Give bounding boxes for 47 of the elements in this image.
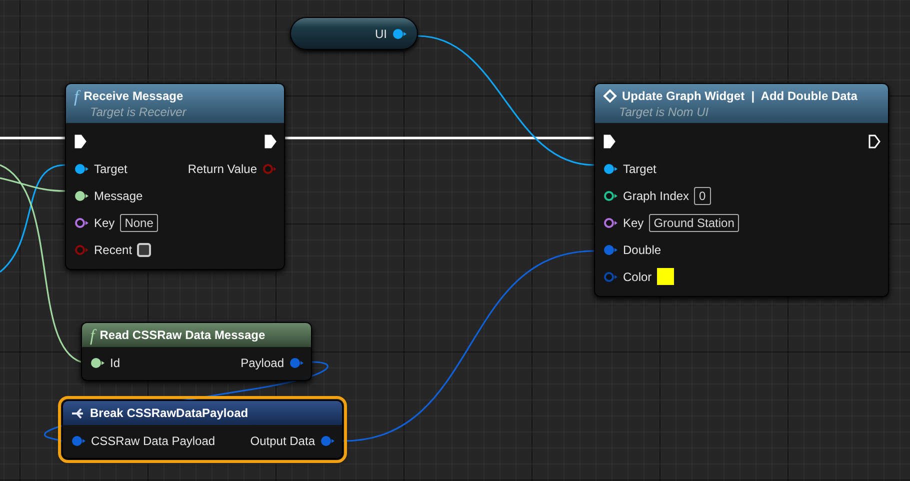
- exec-wire: [0, 136, 65, 140]
- exec-pin[interactable]: [603, 134, 616, 149]
- exec-pin[interactable]: [74, 134, 87, 149]
- checkbox[interactable]: [137, 242, 152, 256]
- data-pin[interactable]: [74, 162, 89, 174]
- pin-label: Id: [110, 354, 120, 372]
- pin-label: Graph Index: [623, 188, 690, 204]
- variable-node[interactable]: UI: [290, 17, 418, 50]
- pin-label: CSSRaw Data Payload: [91, 432, 216, 450]
- data-pin[interactable]: [74, 190, 89, 202]
- data-pin[interactable]: [392, 28, 407, 40]
- data-pin[interactable]: [603, 190, 618, 202]
- pin-label: Return Value: [188, 160, 257, 178]
- value-field[interactable]: Ground Station: [648, 214, 740, 232]
- color-swatch[interactable]: [656, 268, 674, 285]
- exec-pin[interactable]: [868, 134, 881, 149]
- function-icon: f: [90, 326, 95, 344]
- function-icon: f: [74, 88, 79, 104]
- value-field[interactable]: 0: [694, 186, 711, 204]
- pin-label: Double: [623, 242, 662, 258]
- blueprint-node[interactable]: f Receive Message Target is Receiver Target Return Value Message Key None Recent: [65, 83, 285, 270]
- node-subtitle: Target is Receiver: [89, 105, 188, 120]
- blueprint-node[interactable]: Update Graph Widget | Add Double Data Target is Nom UI Target Graph Index 0 Key Ground Station Double Color: [594, 83, 889, 297]
- node-title: Update Graph Widget | Add Double Data: [622, 88, 858, 105]
- diamond-icon: [603, 89, 617, 103]
- pin-label: Target: [94, 160, 128, 178]
- value-field[interactable]: None: [120, 214, 158, 232]
- exec-pin[interactable]: [264, 134, 277, 149]
- node-title: Break CSSRawDataPayload: [90, 405, 248, 422]
- pin-label: UI: [375, 26, 387, 42]
- node-title: Read CSSRaw Data Message: [100, 327, 266, 344]
- pin-label: Key: [94, 214, 115, 232]
- pin-label: Recent: [94, 242, 132, 258]
- pin-label: Output Data: [250, 432, 315, 450]
- data-pin[interactable]: [603, 216, 618, 228]
- pin-label: Key: [623, 214, 644, 232]
- pin-label: Message: [94, 188, 143, 204]
- split-icon: [71, 406, 85, 420]
- pin-label: Color: [623, 268, 652, 286]
- data-pin[interactable]: [74, 216, 89, 228]
- data-pin[interactable]: [90, 356, 105, 368]
- blueprint-node[interactable]: f Read CSSRaw Data Message Id Payload: [81, 322, 312, 381]
- node-subtitle: Target is Nom UI: [618, 105, 710, 120]
- node-title: Receive Message: [84, 88, 184, 105]
- data-pin[interactable]: [603, 162, 618, 174]
- pin-label: Target: [623, 160, 656, 178]
- pin-label: Payload: [240, 354, 284, 372]
